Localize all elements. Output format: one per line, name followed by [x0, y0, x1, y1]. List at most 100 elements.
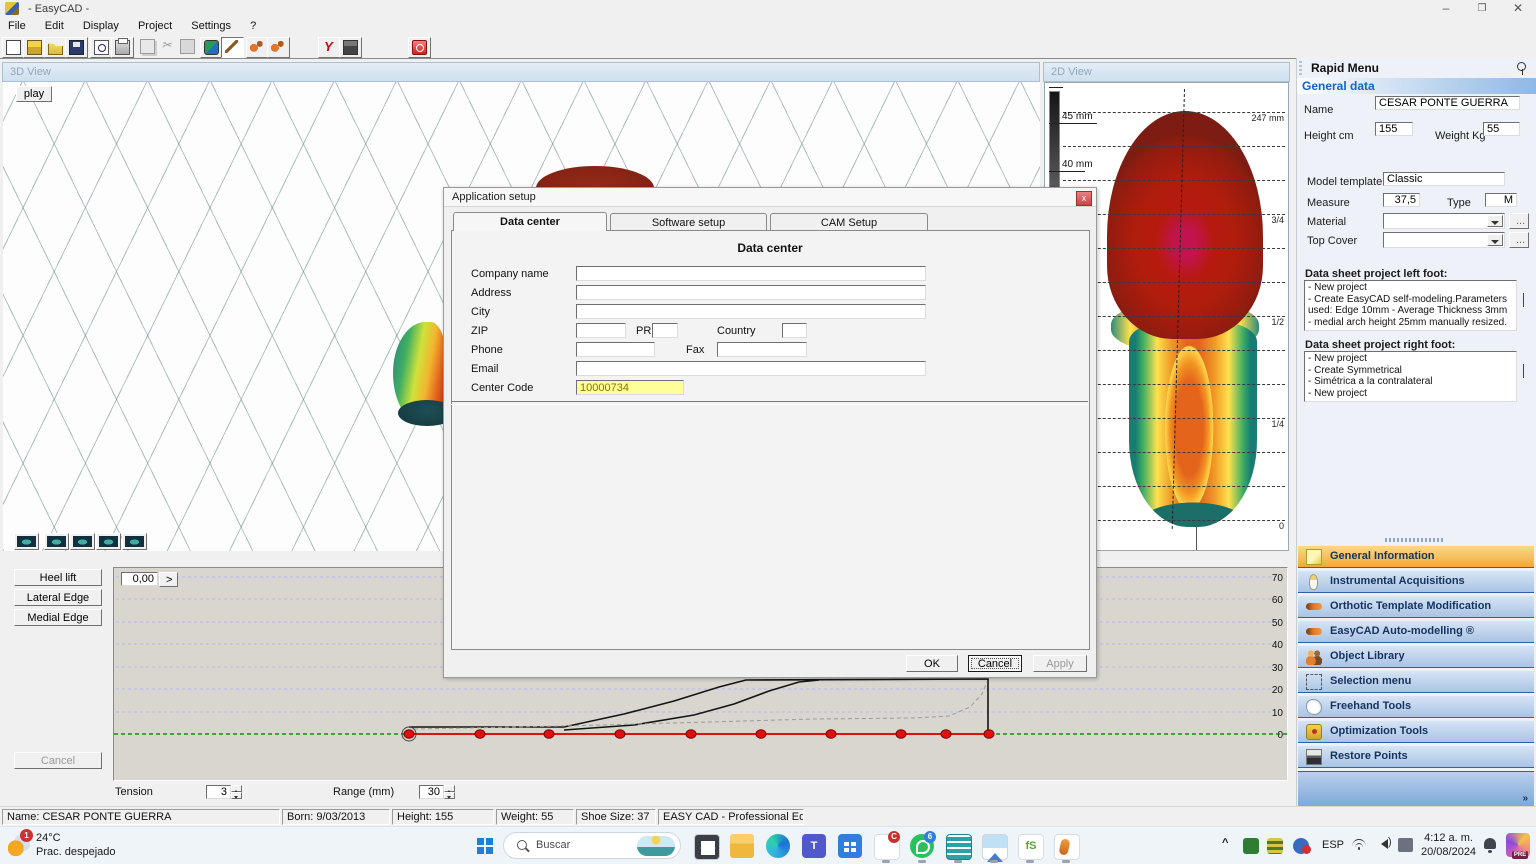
name-field[interactable] [1375, 96, 1520, 110]
sidebar-item-instrumental-acquisitions[interactable]: Instrumental Acquisitions [1298, 570, 1534, 593]
profile-upper[interactable] [409, 679, 988, 732]
control-point[interactable] [475, 730, 485, 738]
menu-display[interactable]: Display [75, 18, 127, 32]
material-more-button[interactable]: ... [1509, 213, 1529, 229]
power-button[interactable] [408, 37, 431, 58]
sidebar-item-orthotic-template-modification[interactable]: Orthotic Template Modification [1298, 595, 1534, 618]
open-button[interactable] [44, 37, 67, 58]
sidebar-item-object-library[interactable]: Object Library [1298, 645, 1534, 668]
menu-settings[interactable]: Settings [183, 18, 239, 32]
cancel-button[interactable]: Cancel [968, 655, 1022, 672]
range-stepper[interactable] [444, 785, 455, 799]
tray-chevron[interactable]: ^ [1222, 837, 1228, 849]
pr-field[interactable] [652, 323, 678, 338]
microsoft-store-icon[interactable] [838, 834, 862, 858]
search-bar[interactable]: Buscar [503, 832, 681, 859]
lateral-edge-button[interactable]: Lateral Edge [14, 589, 102, 606]
copy-button[interactable] [137, 37, 158, 56]
search-highlight-image[interactable] [637, 836, 675, 856]
wifi-icon[interactable] [1352, 839, 1366, 851]
pencil-tool-button[interactable] [221, 37, 244, 58]
dialog-close-button[interactable]: x [1076, 191, 1092, 206]
notification-bell-icon[interactable] [1484, 838, 1496, 849]
spin-down-icon[interactable] [231, 792, 242, 799]
stamp-button[interactable] [339, 37, 362, 58]
tab-software-setup[interactable]: Software setup [610, 213, 767, 231]
email-field[interactable] [576, 361, 926, 376]
right-foot-notes[interactable]: - New project - Create Symmetrical - Sim… [1304, 351, 1517, 402]
file-explorer-icon[interactable] [730, 834, 754, 858]
medial-edge-button[interactable]: Medial Edge [14, 609, 102, 626]
cut-button[interactable]: ✂ [157, 37, 178, 56]
height-field[interactable] [1375, 122, 1413, 136]
paste-button[interactable] [177, 37, 198, 56]
left-foot-notes[interactable]: - New project - Create EasyCAD self-mode… [1304, 280, 1517, 331]
sidebar-item-optimization-tools[interactable]: Optimization Tools [1298, 720, 1534, 743]
step-button[interactable]: > [159, 572, 178, 587]
control-point[interactable] [896, 730, 906, 738]
control-point[interactable] [984, 730, 994, 738]
ok-button[interactable]: OK [906, 655, 958, 672]
clock-time[interactable]: 4:12 a. m. [1421, 832, 1473, 844]
control-point[interactable] [544, 730, 554, 738]
heel-lift-button[interactable]: Heel lift [14, 569, 102, 586]
language-indicator[interactable]: ESP [1322, 839, 1344, 851]
chevron-down-icon[interactable] [1487, 234, 1503, 246]
tab-cam-setup[interactable]: CAM Setup [770, 213, 928, 231]
archive-button[interactable] [23, 37, 46, 58]
panel-grip[interactable] [1299, 61, 1302, 75]
phone-field[interactable] [576, 342, 655, 357]
sidebar-item-restore-points[interactable]: Restore Points [1298, 745, 1534, 768]
pen-device-icon[interactable] [1398, 838, 1413, 852]
sidebar-item-freehand-tools[interactable]: Freehand Tools [1298, 695, 1534, 718]
measure-field[interactable] [1383, 193, 1420, 207]
apply-button[interactable]: Apply [1033, 655, 1087, 672]
center-code-field[interactable] [576, 380, 684, 395]
play-button[interactable]: play [16, 86, 52, 102]
country-field[interactable] [782, 323, 807, 338]
address-field[interactable] [576, 285, 926, 300]
model-template-field[interactable] [1383, 172, 1505, 186]
control-point[interactable] [615, 730, 625, 738]
control-point[interactable] [826, 730, 836, 738]
menu-grip[interactable] [1385, 538, 1445, 542]
top-cover-more-button[interactable]: ... [1509, 232, 1529, 248]
notes-app-icon[interactable] [946, 834, 972, 860]
control-point[interactable] [404, 730, 414, 738]
spin-down-icon[interactable] [444, 792, 455, 799]
zip-field[interactable] [576, 323, 626, 338]
chevron-down-icon[interactable] [1487, 215, 1503, 227]
weight-field[interactable] [1483, 122, 1520, 136]
view-preset-thumbnail[interactable] [14, 533, 39, 550]
sidebar-item-general-information[interactable]: General Information [1298, 545, 1534, 568]
tension-field[interactable] [206, 785, 231, 799]
view-preset-thumbnail[interactable] [70, 533, 95, 550]
offset-value-field[interactable] [121, 572, 158, 586]
taskview-icon[interactable] [694, 834, 720, 860]
spin-up-icon[interactable] [444, 785, 455, 792]
tension-stepper[interactable] [231, 785, 242, 799]
minimize-button[interactable]: – [1428, 0, 1464, 18]
teams-icon[interactable]: T [802, 834, 826, 858]
control-point[interactable] [941, 730, 951, 738]
view-preset-thumbnail[interactable] [44, 533, 69, 550]
weather-temp[interactable]: 24°C [36, 832, 61, 844]
tool-b-button[interactable] [267, 37, 290, 58]
sidebar-item-selection-menu[interactable]: Selection menu [1298, 670, 1534, 693]
tray-app-icon[interactable] [1267, 838, 1283, 854]
view-preset-thumbnail[interactable] [96, 533, 121, 550]
photos-app-icon[interactable] [982, 834, 1008, 860]
fs-app-icon[interactable]: fS [1018, 834, 1044, 860]
control-point[interactable] [686, 730, 696, 738]
type-field[interactable] [1485, 193, 1517, 207]
print-button[interactable] [111, 37, 134, 58]
easycad-app-icon[interactable] [1054, 834, 1080, 860]
menu-project[interactable]: Project [130, 18, 180, 32]
fax-field[interactable] [717, 342, 807, 357]
profile-lower[interactable] [564, 680, 819, 730]
top-cover-dropdown[interactable] [1383, 232, 1505, 248]
spin-up-icon[interactable] [231, 785, 242, 792]
view-preset-thumbnail[interactable] [122, 533, 147, 550]
edge-browser-icon[interactable] [766, 834, 790, 858]
tray-app-icon[interactable] [1243, 838, 1259, 854]
